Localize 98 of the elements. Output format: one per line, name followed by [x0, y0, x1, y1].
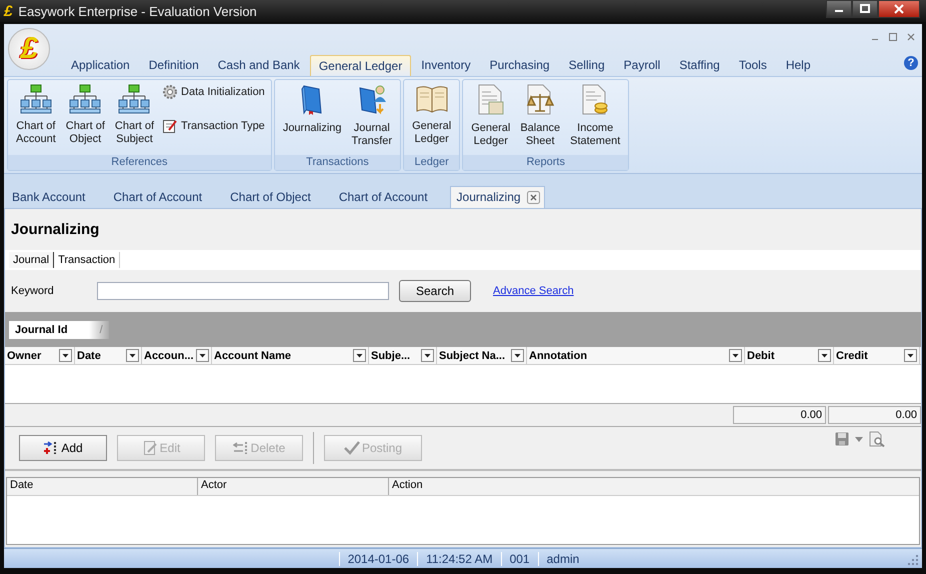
save-icon[interactable] [835, 432, 849, 446]
ribbon-button[interactable]: Journalizing [278, 82, 346, 137]
balance-scale-icon [526, 84, 554, 116]
menu-tab[interactable]: Selling [560, 54, 614, 76]
status-field: 11:24:52 AM [417, 552, 501, 566]
tab-label[interactable]: Chart of Account [338, 190, 428, 204]
filter-dropdown-icon[interactable] [904, 349, 917, 362]
close-icon[interactable] [906, 32, 916, 42]
print-preview-icon[interactable] [869, 431, 885, 447]
document-coins-icon [581, 84, 610, 116]
total-field: 0.00 [733, 406, 826, 424]
tab-label[interactable]: Chart of Object [230, 190, 311, 204]
tab-label[interactable]: Chart of Account [113, 190, 202, 204]
ribbon-button[interactable]: Chart of Account [12, 82, 60, 148]
menu-tab[interactable]: Help [776, 54, 820, 76]
filter-dropdown-icon[interactable] [511, 349, 524, 362]
filter-dropdown-icon[interactable] [421, 349, 434, 362]
column-header[interactable]: Annotation [527, 347, 745, 364]
ribbon-button[interactable]: General Ledger [467, 82, 514, 150]
filter-dropdown-icon[interactable] [59, 349, 72, 362]
menu-tab[interactable]: Tools [730, 54, 776, 76]
document-tab[interactable]: Chart of Account [107, 187, 224, 208]
close-icon [893, 4, 905, 14]
close-icon[interactable] [526, 190, 540, 204]
column-header[interactable]: Actor [198, 478, 389, 495]
ribbon-button[interactable]: Journal Transfer [348, 82, 396, 150]
ribbon-button[interactable]: Income Statement [566, 82, 624, 150]
column-header[interactable]: Credit [834, 347, 920, 364]
delete-row-icon [232, 441, 249, 455]
column-header[interactable]: Subje... [369, 347, 437, 364]
filter-dropdown-icon[interactable] [353, 349, 366, 362]
group-label: References [8, 155, 271, 170]
org-chart-icon [118, 84, 150, 114]
document-tab[interactable]: Chart of Object [224, 187, 333, 208]
ribbon-button[interactable]: General Ledger [408, 82, 456, 148]
toolbar-button[interactable]: Add [19, 435, 107, 461]
org-chart-icon [20, 84, 52, 114]
total-field: 0.00 [828, 406, 921, 424]
filter-dropdown-icon[interactable] [729, 349, 742, 362]
column-header[interactable]: Subject Na... [437, 347, 527, 364]
document-tab[interactable]: Journalizing [450, 186, 545, 208]
group-label: Ledger [404, 155, 460, 170]
sub-tab[interactable]: Journal [9, 252, 54, 268]
search-button[interactable]: Search [399, 280, 471, 302]
column-header[interactable]: Date [7, 478, 198, 495]
status-field: 001 [500, 552, 538, 566]
column-header[interactable]: Owner [5, 347, 75, 364]
ribbon-button[interactable]: Transaction Type [160, 116, 267, 136]
app-logo-icon: £ [4, 2, 12, 20]
filter-dropdown-icon[interactable] [818, 349, 831, 362]
column-header[interactable]: Account Name [212, 347, 369, 364]
group-by-chip[interactable]: Journal Id / [9, 320, 109, 338]
advance-search-link[interactable]: Advance Search [493, 285, 574, 297]
edit-document-icon [142, 440, 158, 456]
maximize-button[interactable] [852, 0, 878, 18]
ribbon-button[interactable]: Data Initialization [160, 82, 267, 102]
tab-label[interactable]: Bank Account [12, 190, 86, 204]
tab-label[interactable]: Journalizing [456, 190, 521, 204]
ribbon-button[interactable]: Chart of Object [62, 82, 109, 148]
filter-dropdown-icon[interactable] [126, 349, 139, 362]
menu-tab[interactable]: Application [62, 54, 139, 76]
maximize-icon [859, 4, 871, 14]
group-label: Reports [463, 155, 628, 170]
keyword-label: Keyword [11, 285, 55, 297]
keyword-field[interactable] [97, 282, 389, 300]
org-chart-icon [69, 84, 102, 114]
ribbon-button[interactable]: Balance Sheet [516, 82, 564, 150]
minimize-button[interactable] [826, 0, 852, 18]
menu-tab[interactable]: Staffing [670, 54, 729, 76]
close-button[interactable] [878, 0, 920, 18]
status-field: admin [538, 552, 588, 566]
column-header[interactable]: Action [389, 478, 919, 495]
column-header[interactable]: Debit [745, 347, 834, 364]
open-book-icon [414, 84, 449, 114]
resize-grip-icon[interactable] [908, 555, 918, 565]
ribbon-button[interactable]: Chart of Subject [110, 82, 158, 148]
group-label: Transactions [274, 155, 400, 170]
column-header[interactable]: Accoun... [142, 347, 212, 364]
check-icon [344, 441, 360, 455]
menu-tab[interactable]: Purchasing [480, 54, 559, 76]
document-tab[interactable]: Bank Account [6, 187, 108, 208]
caret-icon[interactable] [855, 436, 863, 442]
menu-tab[interactable]: Definition [140, 54, 208, 76]
document-tab[interactable]: Chart of Account [332, 187, 450, 208]
restore-icon[interactable] [888, 32, 898, 42]
help-icon[interactable]: ? [904, 56, 918, 70]
document-icon [476, 84, 505, 116]
pencil-document-icon [162, 118, 178, 134]
gear-icon [162, 84, 178, 100]
menu-tab[interactable]: General Ledger [310, 55, 412, 76]
window-title: Easywork Enterprise - Evaluation Version [18, 4, 257, 18]
column-header[interactable]: Date [75, 347, 142, 364]
menu-tab[interactable]: Payroll [614, 54, 670, 76]
menu-tab[interactable]: Cash and Bank [208, 54, 309, 76]
page-title: Journalizing [10, 220, 100, 240]
status-field: 2014-01-06 [338, 552, 418, 566]
menu-tab[interactable]: Inventory [412, 54, 480, 76]
filter-dropdown-icon[interactable] [196, 349, 209, 362]
